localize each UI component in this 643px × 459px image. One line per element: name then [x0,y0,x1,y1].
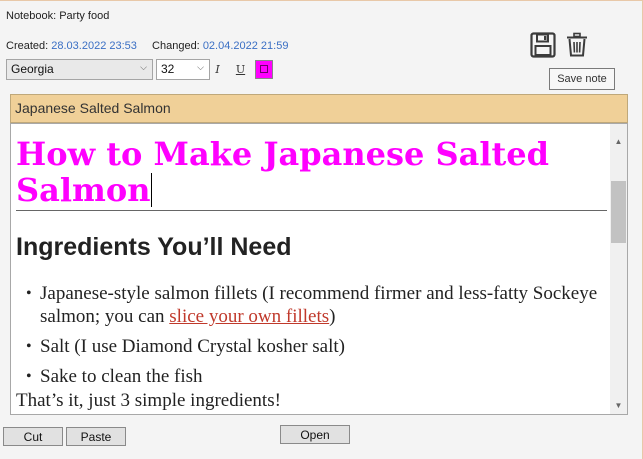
text-caret [151,173,153,207]
scroll-up-icon[interactable]: ▲ [610,133,627,150]
note-content: How to Make Japanese Salted Salmon Ingre… [16,136,607,412]
changed-label: Changed: [152,40,200,52]
slice-fillets-link[interactable]: slice your own fillets [169,306,329,327]
dates-row: Created: 28.03.2022 23:53 Changed: 02.04… [6,40,288,52]
cut-button[interactable]: Cut [3,427,63,446]
note-heading-text: How to Make Japanese Salted Salmon [16,135,549,209]
scroll-thumb[interactable] [611,181,626,243]
save-note-tooltip: Save note [549,68,615,90]
chevron-down-icon: ⌵ [197,62,204,72]
list-item: Japanese-style salmon fillets (I recomme… [26,282,607,328]
note-subheading: Ingredients You’ll Need [16,233,292,261]
changed-value: 02.04.2022 21:59 [202,40,289,52]
save-icon[interactable] [529,31,557,59]
closing-paragraph: That’s it, just 3 simple ingredients! [16,390,281,411]
vertical-scrollbar[interactable]: ▲ ▼ [610,124,627,414]
trash-icon[interactable] [565,32,589,60]
note-title-field[interactable]: Japanese Salted Salmon [10,94,628,123]
notebook-label: Notebook: Party food [6,10,110,22]
paste-button[interactable]: Paste [66,427,126,446]
color-swatch-icon [260,65,268,73]
note-editor-window: Notebook: Party food Created: 28.03.2022… [0,0,643,459]
list-item-text: ) [329,306,336,327]
text-color-button[interactable] [255,60,273,79]
note-heading: How to Make Japanese Salted Salmon [16,136,607,211]
open-button[interactable]: Open [280,425,350,444]
created-label: Created: [6,40,49,52]
italic-button[interactable]: I [209,61,226,78]
list-item: Sake to clean the fish [26,365,607,388]
list-item: Salt (I use Diamond Crystal kosher salt) [26,335,607,358]
scroll-down-icon[interactable]: ▼ [610,397,627,414]
created-value: 28.03.2022 23:53 [51,40,137,52]
chevron-down-icon: ⌵ [140,62,147,72]
font-size-select[interactable]: 32 ⌵ [156,59,210,80]
ingredients-list: Japanese-style salmon fillets (I recomme… [16,282,607,388]
underline-button[interactable]: U [232,61,249,78]
font-family-select[interactable]: Georgia ⌵ [6,59,153,80]
font-family-value: Georgia [11,62,54,76]
note-body-editor[interactable]: How to Make Japanese Salted Salmon Ingre… [10,123,628,415]
font-size-value: 32 [161,62,175,76]
